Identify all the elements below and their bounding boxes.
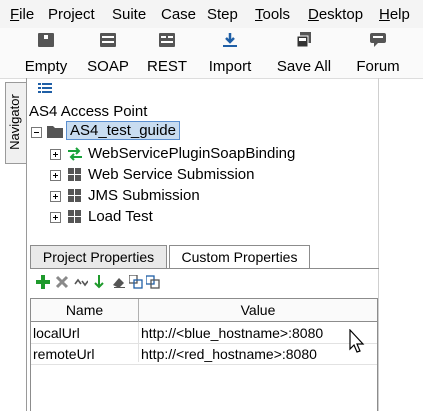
properties-toolbar	[30, 273, 230, 293]
properties-table: Name Value localUrl http://<blue_hostnam…	[30, 298, 378, 411]
list-view-icon[interactable]	[38, 83, 52, 94]
rest-project-icon	[159, 33, 175, 47]
property-value[interactable]: http://<red_hostname>:8080	[141, 344, 375, 364]
save-properties-icon[interactable]	[146, 275, 160, 289]
column-header-value[interactable]: Value	[139, 299, 377, 322]
expand-icon[interactable]	[50, 170, 61, 181]
navigator-tab[interactable]: Navigator	[5, 82, 26, 164]
load-properties-icon[interactable]	[129, 275, 143, 289]
property-value[interactable]: http://<blue_hostname>:8080	[141, 323, 375, 343]
tab-custom-properties[interactable]: Custom Properties	[169, 245, 310, 269]
menu-project[interactable]: Project	[48, 6, 95, 24]
menu-bar: File Project Suite Case Step Tools Deskt…	[0, 0, 423, 28]
tab-divider	[30, 268, 379, 269]
menu-suite[interactable]: Suite	[112, 6, 146, 24]
navigator-right-border	[378, 78, 379, 411]
table-row[interactable]: localUrl http://<blue_hostname>:8080	[31, 323, 377, 343]
expand-icon[interactable]	[50, 191, 61, 202]
menu-tools[interactable]: Tools	[255, 6, 290, 24]
collapse-icon[interactable]	[31, 127, 42, 138]
expand-icon[interactable]	[50, 212, 61, 223]
add-property-icon[interactable]	[36, 275, 50, 289]
navigator-border	[26, 78, 27, 411]
menu-file[interactable]: File	[10, 6, 34, 24]
workspace-root[interactable]: AS4 Access Point	[29, 103, 147, 120]
menu-desktop[interactable]: Desktop	[308, 6, 363, 24]
import-button[interactable]: Import	[202, 28, 258, 78]
rest-button[interactable]: REST	[142, 28, 192, 78]
project-label: AS4_test_guide	[66, 121, 180, 140]
soap-button[interactable]: SOAP	[82, 28, 134, 78]
row-separator	[31, 364, 377, 365]
mouse-cursor-icon	[349, 329, 365, 353]
property-name[interactable]: remoteUrl	[33, 344, 137, 364]
test-suite-icon	[68, 189, 81, 202]
tab-project-properties[interactable]: Project Properties	[30, 245, 167, 269]
move-down-icon[interactable]	[92, 275, 106, 289]
forum-button[interactable]: Forum	[350, 28, 406, 78]
menu-step[interactable]: Step	[207, 6, 238, 24]
empty-project-icon	[38, 33, 54, 47]
clear-icon[interactable]	[112, 275, 126, 289]
expand-icon[interactable]	[50, 149, 61, 160]
save-all-button[interactable]: Save All	[272, 28, 336, 78]
import-icon	[223, 33, 237, 47]
interface-arrows-icon	[68, 147, 82, 161]
save-all-icon	[296, 32, 311, 48]
folder-icon	[47, 126, 63, 138]
main-toolbar: Empty SOAP REST Import Save All Forum	[0, 28, 423, 79]
property-name[interactable]: localUrl	[33, 323, 137, 343]
empty-button[interactable]: Empty	[18, 28, 74, 78]
menu-case[interactable]: Case	[161, 6, 196, 24]
move-up-down-icon[interactable]	[74, 275, 88, 289]
test-suite-icon	[68, 168, 81, 181]
test-suite-icon	[68, 210, 81, 223]
soap-project-icon	[100, 33, 116, 47]
table-row[interactable]: remoteUrl http://<red_hostname>:8080	[31, 344, 377, 364]
menu-help[interactable]: Help	[379, 6, 410, 24]
forum-icon	[370, 33, 386, 47]
remove-property-icon[interactable]	[55, 275, 69, 289]
column-header-name[interactable]: Name	[31, 299, 139, 322]
